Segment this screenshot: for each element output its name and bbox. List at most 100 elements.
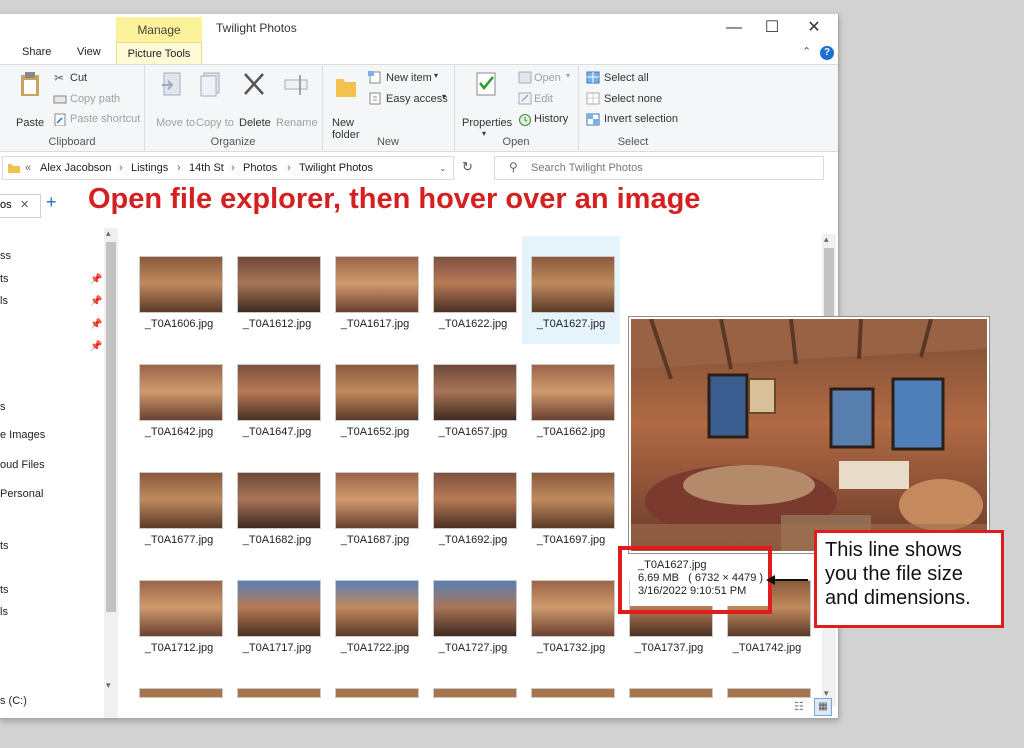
manage-tab[interactable]: Manage — [116, 17, 202, 42]
image-thumbnail[interactable] — [139, 364, 223, 421]
chevron-right-icon[interactable]: › — [119, 162, 123, 174]
image-thumbnail[interactable] — [237, 688, 321, 698]
image-thumbnail[interactable] — [237, 472, 321, 529]
file-tile[interactable]: _T0A1642.jpg — [130, 344, 228, 452]
chevron-right-icon[interactable]: › — [287, 162, 291, 174]
close-button[interactable]: ✕ — [800, 18, 828, 38]
details-view-icon[interactable]: ☷ — [794, 700, 804, 713]
image-thumbnail[interactable] — [139, 688, 223, 698]
image-thumbnail[interactable] — [237, 580, 321, 637]
cut-button[interactable]: Cut — [70, 72, 87, 84]
file-tile[interactable]: _T0A1627.jpg — [522, 236, 620, 344]
image-thumbnail[interactable] — [335, 364, 419, 421]
nav-item[interactable]: s — [0, 401, 6, 413]
pin-icon[interactable]: 📌 — [90, 319, 102, 330]
copy-path-button[interactable]: Copy path — [70, 93, 120, 105]
nav-item[interactable]: ls — [0, 295, 8, 307]
nav-item[interactable]: ls — [0, 606, 8, 618]
scroll-up-icon[interactable]: ▴ — [824, 234, 829, 245]
scroll-down-icon[interactable]: ▾ — [106, 680, 111, 691]
chevron-right-icon[interactable]: › — [231, 162, 235, 174]
nav-scrollbar[interactable]: ▴ ▾ — [104, 228, 118, 718]
breadcrumb-listings[interactable]: Listings — [131, 162, 168, 174]
edit-button[interactable]: Edit — [534, 93, 553, 105]
invert-selection-button[interactable]: Invert selection — [604, 113, 678, 125]
file-tile[interactable]: _T0A1732.jpg — [522, 560, 620, 668]
minimize-button[interactable]: — — [720, 18, 748, 38]
file-tile[interactable]: _T0A1617.jpg — [326, 236, 424, 344]
file-tile[interactable]: _T0A1612.jpg — [228, 236, 326, 344]
close-icon[interactable]: ✕ — [20, 198, 29, 211]
image-thumbnail[interactable] — [433, 580, 517, 637]
help-icon[interactable]: ? — [820, 46, 834, 60]
file-tile[interactable]: _T0A1657.jpg — [424, 344, 522, 452]
file-tile[interactable]: _T0A1677.jpg — [130, 452, 228, 560]
file-tile[interactable]: _T0A1722.jpg — [326, 560, 424, 668]
file-tile[interactable]: _T0A1652.jpg — [326, 344, 424, 452]
file-tile[interactable]: _T0A1682.jpg — [228, 452, 326, 560]
overflow-icon[interactable]: « — [25, 162, 31, 174]
nav-item[interactable]: s (C:) — [0, 695, 27, 707]
tab-picture-tools[interactable]: Picture Tools — [116, 42, 202, 64]
select-none-button[interactable]: Select none — [604, 93, 662, 105]
address-dropdown-icon[interactable]: ⌄ — [439, 163, 447, 174]
image-thumbnail[interactable] — [531, 364, 615, 421]
image-thumbnail[interactable] — [335, 256, 419, 313]
file-tile[interactable]: _T0A1697.jpg — [522, 452, 620, 560]
easy-access-button[interactable]: Easy access — [386, 93, 448, 105]
image-thumbnail[interactable] — [433, 472, 517, 529]
image-thumbnail[interactable] — [433, 256, 517, 313]
pin-icon[interactable]: 📌 — [90, 274, 102, 285]
paste-shortcut-button[interactable]: Paste shortcut — [70, 113, 140, 125]
pin-icon[interactable]: 📌 — [90, 341, 102, 352]
file-tile[interactable]: _T0A1692.jpg — [424, 452, 522, 560]
nav-item[interactable]: ss — [0, 250, 11, 262]
breadcrumb-twilight-photos[interactable]: Twilight Photos — [299, 162, 373, 174]
large-icons-view-icon[interactable]: ▦ — [814, 698, 832, 716]
nav-item[interactable]: e Images — [0, 429, 45, 441]
image-thumbnail[interactable] — [531, 472, 615, 529]
delete-button[interactable]: Delete — [239, 117, 271, 129]
image-thumbnail[interactable] — [433, 688, 517, 698]
tab-share[interactable]: Share — [22, 46, 51, 58]
properties-button[interactable]: Properties — [462, 117, 512, 129]
image-thumbnail[interactable] — [335, 472, 419, 529]
image-thumbnail[interactable] — [629, 688, 713, 698]
image-thumbnail[interactable] — [727, 688, 811, 698]
refresh-icon[interactable]: ↻ — [462, 159, 473, 175]
breadcrumb-alex-jacobson[interactable]: Alex Jacobson — [40, 162, 112, 174]
image-thumbnail[interactable] — [237, 256, 321, 313]
nav-item[interactable]: ts — [0, 273, 9, 285]
file-tile[interactable]: _T0A1647.jpg — [228, 344, 326, 452]
nav-item[interactable]: ts — [0, 540, 9, 552]
breadcrumb-photos[interactable]: Photos — [243, 162, 277, 174]
image-thumbnail[interactable] — [139, 580, 223, 637]
history-button[interactable]: History — [534, 113, 568, 125]
file-tile[interactable]: _T0A1606.jpg — [130, 236, 228, 344]
new-item-button[interactable]: New item — [386, 72, 432, 84]
image-thumbnail[interactable] — [531, 580, 615, 637]
address-bar[interactable]: « Alex Jacobson › Listings › 14th St › P… — [2, 156, 454, 180]
image-thumbnail[interactable] — [139, 256, 223, 313]
tab-view[interactable]: View — [77, 46, 101, 58]
move-to-button[interactable]: Move to — [156, 117, 195, 129]
image-thumbnail[interactable] — [335, 688, 419, 698]
image-thumbnail[interactable] — [531, 256, 615, 313]
file-tile[interactable]: _T0A1717.jpg — [228, 560, 326, 668]
file-tile[interactable]: _T0A1662.jpg — [522, 344, 620, 452]
rename-button[interactable]: Rename — [276, 117, 318, 129]
file-tile[interactable]: _T0A1727.jpg — [424, 560, 522, 668]
open-button[interactable]: Open — [534, 72, 561, 84]
chevron-right-icon[interactable]: › — [177, 162, 181, 174]
select-all-button[interactable]: Select all — [604, 72, 649, 84]
collapse-ribbon-icon[interactable]: ⌃ — [802, 45, 811, 58]
nav-item[interactable]: oud Files — [0, 459, 45, 471]
nav-tab[interactable]: os ✕ — [0, 194, 41, 218]
nav-item[interactable]: ts — [0, 584, 9, 596]
file-tile[interactable]: _T0A1712.jpg — [130, 560, 228, 668]
nav-item[interactable]: Personal — [0, 488, 43, 500]
paste-button[interactable]: Paste — [16, 117, 44, 129]
add-tab-icon[interactable]: + — [46, 192, 57, 213]
image-thumbnail[interactable] — [433, 364, 517, 421]
copy-to-button[interactable]: Copy to — [196, 117, 234, 129]
